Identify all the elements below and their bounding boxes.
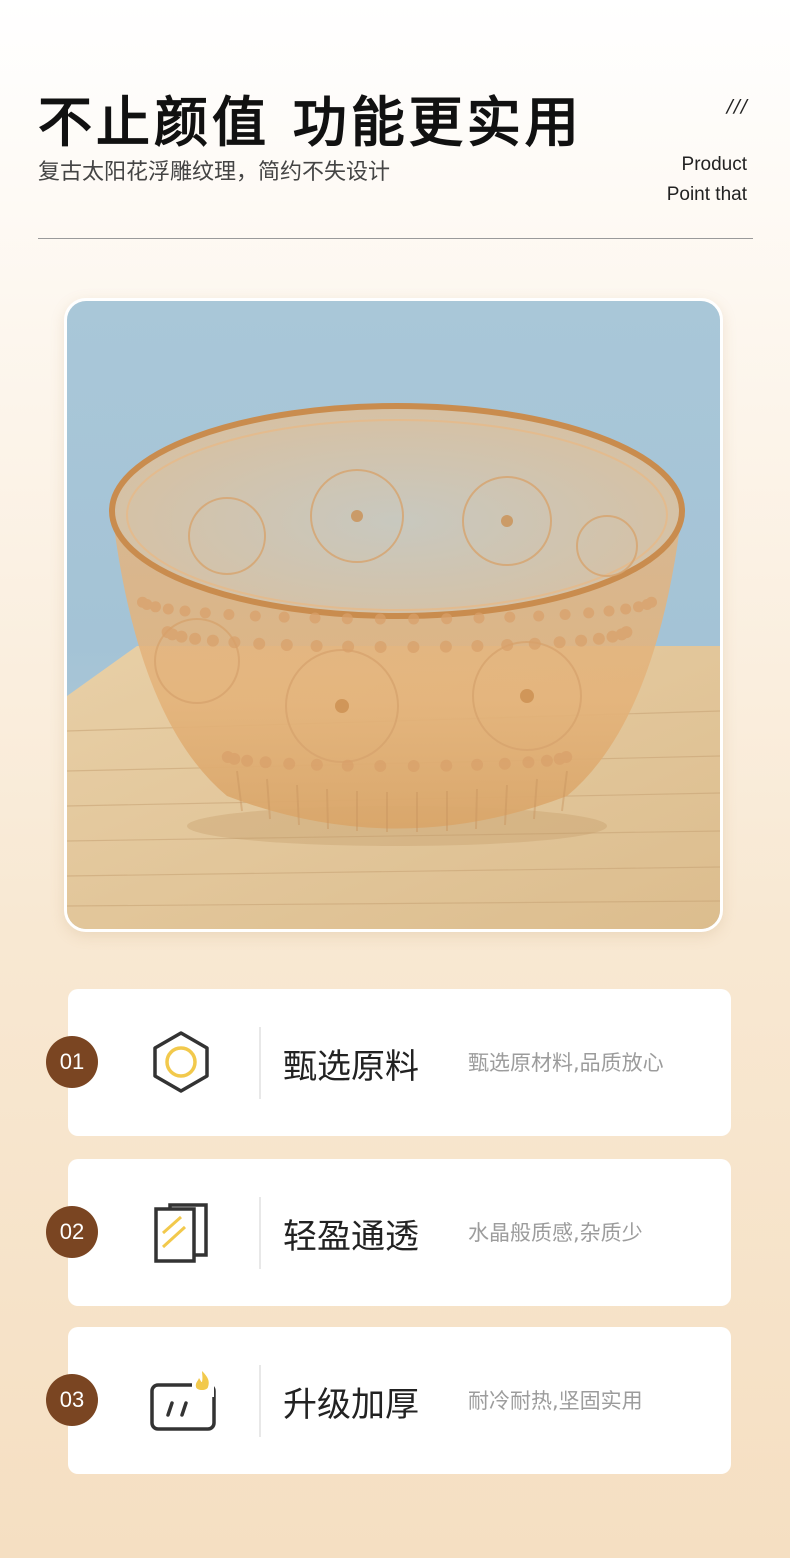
feature-title: 轻盈通透 <box>283 1217 419 1257</box>
page-subtitle: 复古太阳花浮雕纹理，简约不失设计 <box>38 160 391 185</box>
feature-card-thickness: 升级加厚 耐冷耐热,坚固实用 <box>68 1327 731 1474</box>
point-line-1: Product <box>681 154 747 175</box>
feature-description: 水晶般质感,杂质少 <box>468 1221 643 1245</box>
feature-card-clarity: 轻盈通透 水晶般质感,杂质少 <box>68 1159 731 1306</box>
heat-resistant-icon <box>146 1365 216 1435</box>
card-divider <box>259 1197 261 1269</box>
feature-number-badge-2: 02 <box>46 1206 98 1258</box>
point-line-2: Point that <box>666 184 747 205</box>
feature-card-materials: 甄选原料 甄选原材料,品质放心 <box>68 989 731 1136</box>
product-point-label: Product Point that <box>667 150 747 210</box>
feature-number-badge-1: 01 <box>46 1036 98 1088</box>
feature-description: 耐冷耐热,坚固实用 <box>468 1389 643 1413</box>
hexagon-circle-icon <box>146 1027 216 1097</box>
header-divider <box>38 238 753 239</box>
page-title: 不止颜值 功能更实用 <box>38 90 583 154</box>
card-divider <box>259 1027 261 1099</box>
feature-title: 甄选原料 <box>283 1047 419 1087</box>
card-divider <box>259 1365 261 1437</box>
product-photo <box>64 298 723 932</box>
decorative-slashes: /// <box>726 96 748 117</box>
feature-description: 甄选原材料,品质放心 <box>468 1051 664 1075</box>
glass-bowl-illustration <box>67 301 720 929</box>
glass-layers-icon <box>146 1197 216 1267</box>
feature-title: 升级加厚 <box>283 1385 419 1425</box>
feature-number-badge-3: 03 <box>46 1374 98 1426</box>
